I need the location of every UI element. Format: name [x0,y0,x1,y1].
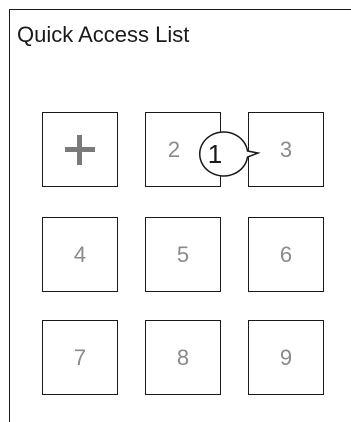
slot-8[interactable]: 8 [145,320,221,395]
slot-4[interactable]: 4 [42,217,118,292]
slot-label: 6 [279,241,293,267]
slot-3[interactable]: 3 [248,112,324,187]
add-slot-button[interactable] [42,112,118,187]
slot-label: 3 [279,136,293,162]
slot-9[interactable]: 9 [248,320,324,395]
panel-title: Quick Access List [17,22,190,47]
plus-icon [65,134,95,165]
slot-label: 9 [279,344,293,370]
callout-number: 1 [207,139,223,169]
slot-5[interactable]: 5 [145,217,221,292]
slot-label: 4 [73,241,87,267]
slot-label: 8 [176,344,190,370]
slot-6[interactable]: 6 [248,217,324,292]
slot-label: 5 [176,241,190,267]
slot-label: 2 [167,136,181,162]
slot-7[interactable]: 7 [42,320,118,395]
slot-label: 7 [73,344,87,370]
